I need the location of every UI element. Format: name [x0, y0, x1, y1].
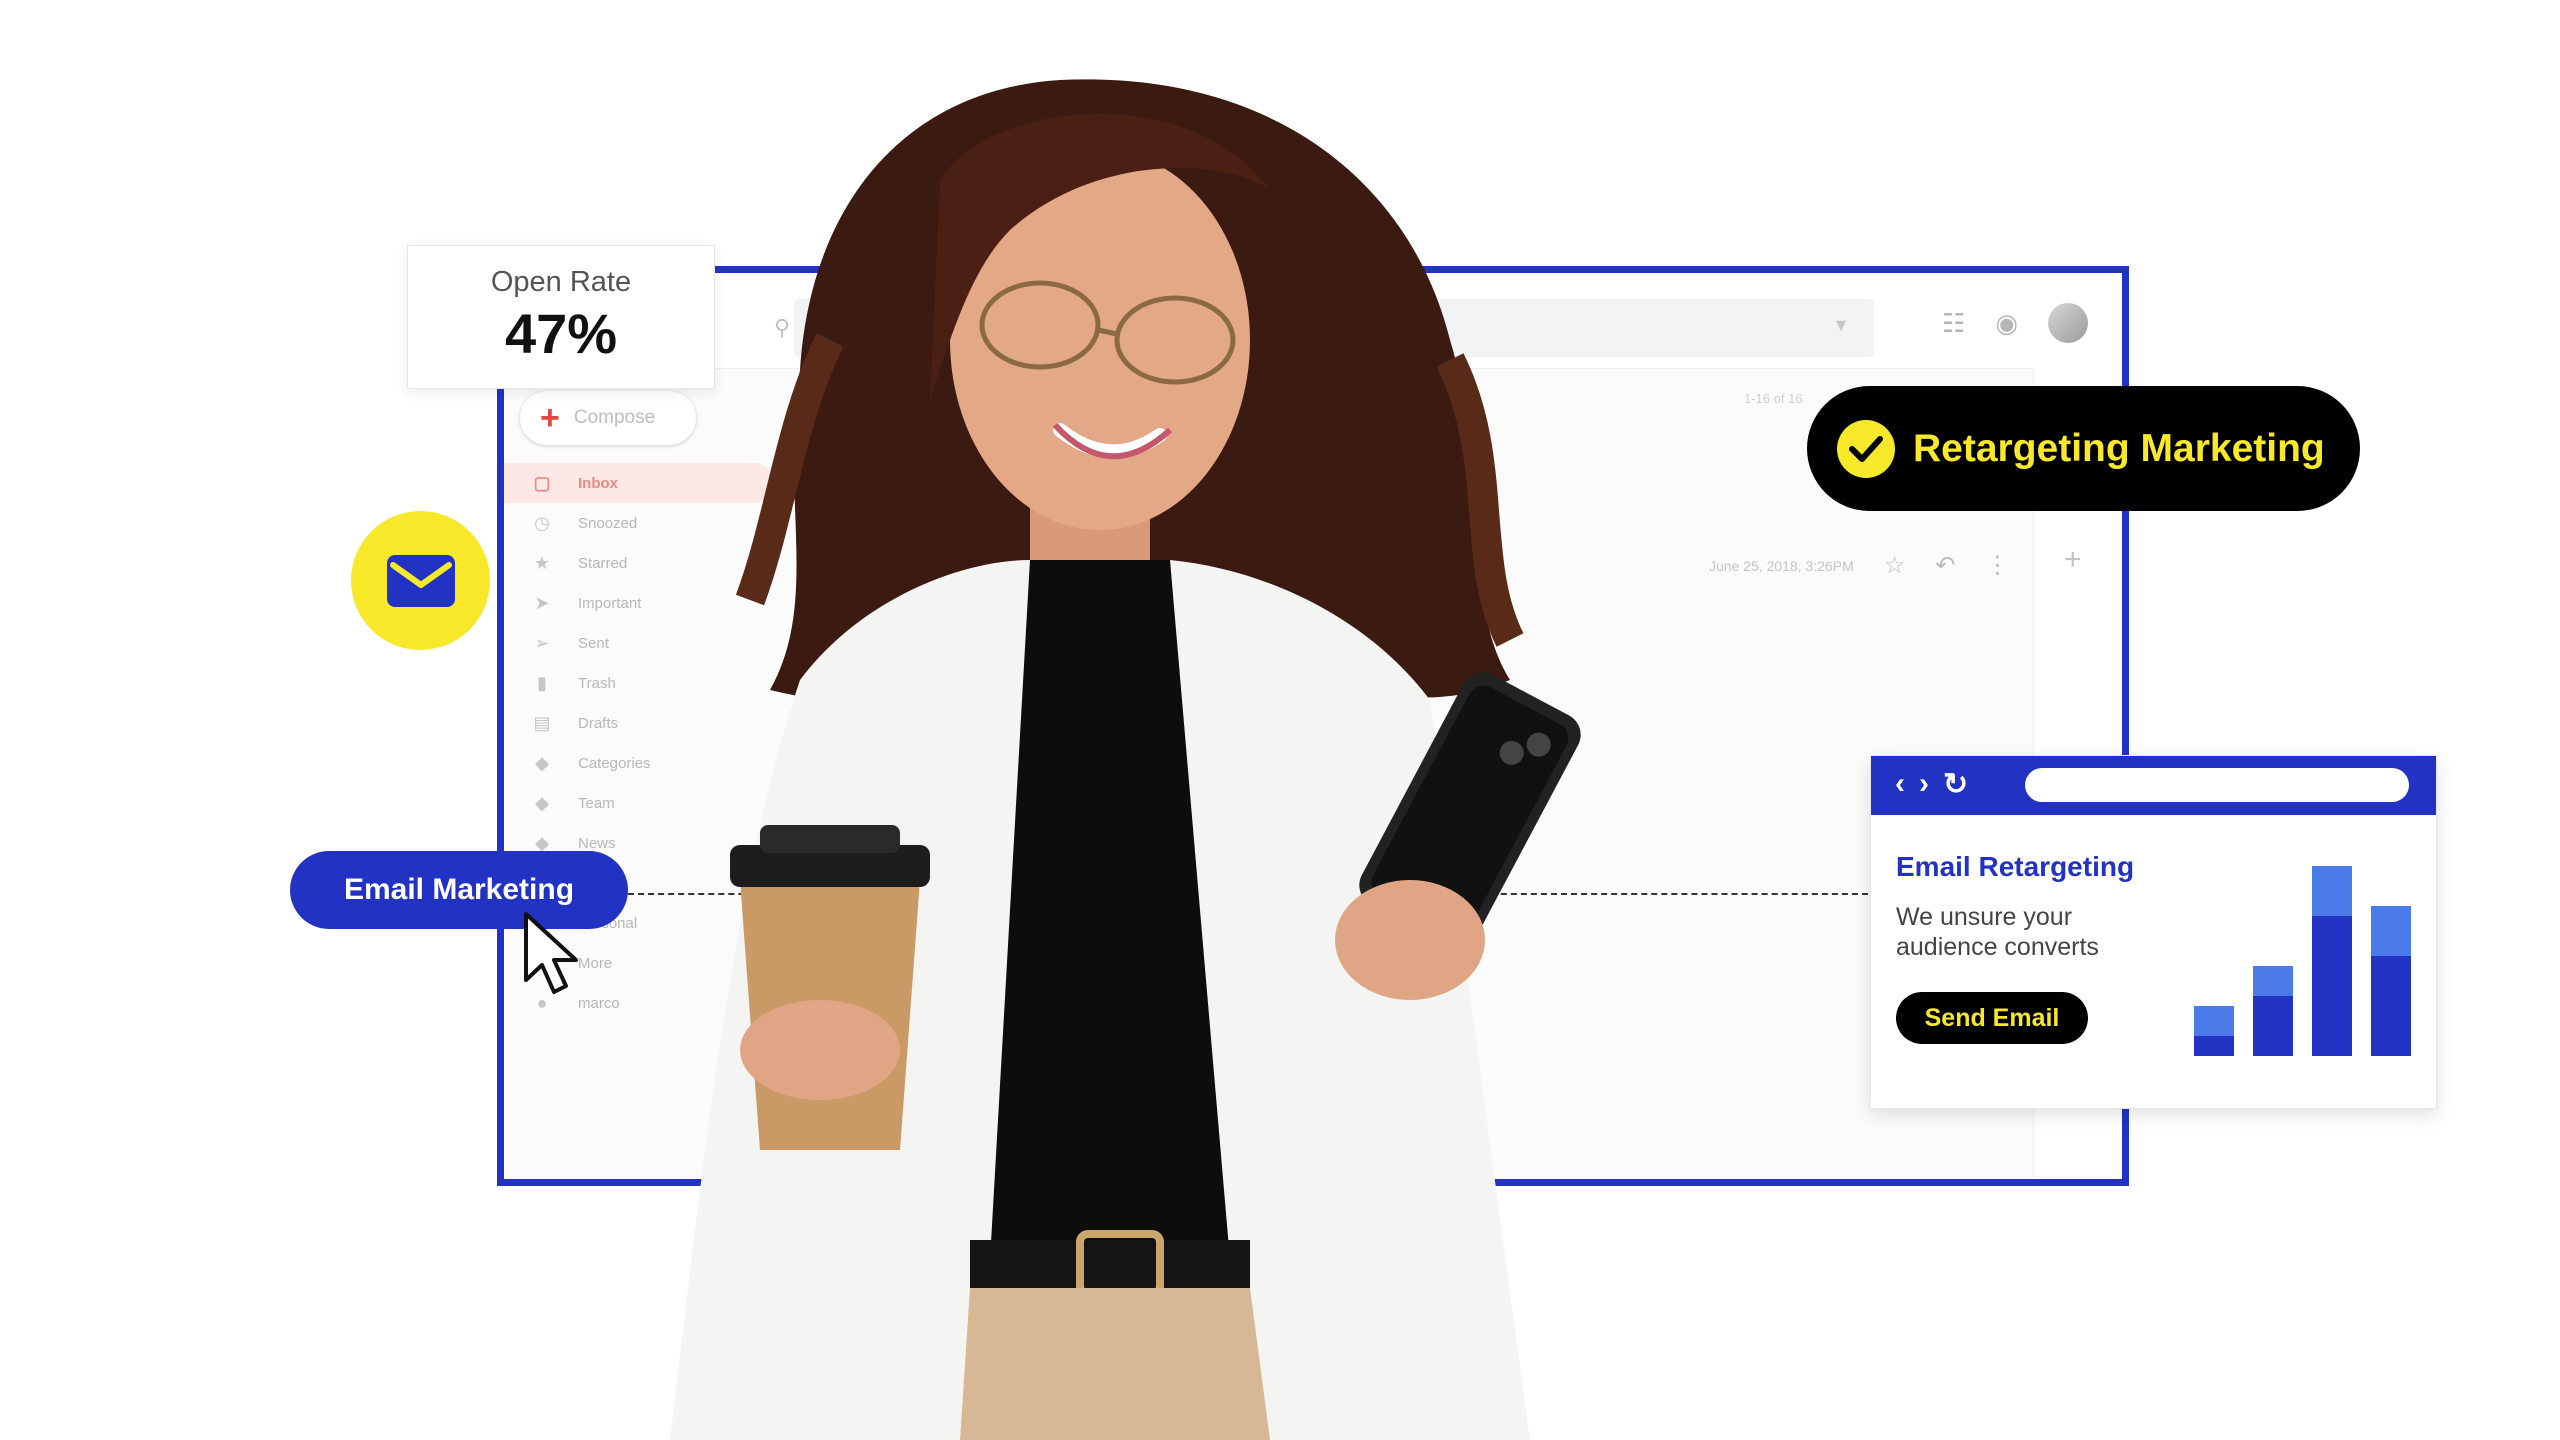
check-circle-icon	[1837, 419, 1895, 478]
label-icon: ◆	[535, 792, 549, 813]
browser-toolbar: ‹ › ↻	[1871, 756, 2436, 815]
bar-1-segment-2	[2194, 1006, 2234, 1036]
bar-2-segment-1	[2253, 996, 2293, 1056]
sidebar-item-label: News	[578, 834, 616, 852]
card-title: Email Retargeting	[1896, 851, 2135, 882]
back-icon[interactable]: ‹	[1895, 767, 1905, 802]
send-email-button[interactable]: Send Email	[1896, 992, 2088, 1044]
clock-icon: ◷	[534, 512, 550, 533]
add-addon-icon[interactable]: +	[2064, 543, 2082, 577]
inbox-icon: ▢	[533, 472, 551, 493]
bar-3-segment-1	[2312, 916, 2352, 1056]
bar-2-segment-2	[2253, 966, 2293, 996]
bar-1-segment-1	[2194, 1036, 2234, 1056]
bar-4-segment-1	[2371, 956, 2411, 1056]
bar-chart	[2194, 866, 2411, 1056]
woman-with-phone-image	[670, 79, 1581, 1440]
envelope-icon	[386, 554, 455, 607]
card-description: We unsure your audience converts	[1896, 903, 2099, 961]
sidebar-item-label: Drafts	[578, 714, 619, 732]
email-marketing-label: Email Marketing	[343, 873, 575, 906]
pagination-range: 1-16 of 16	[1744, 391, 1803, 406]
sidebar-item-label: Sent	[578, 634, 609, 652]
apps-grid-icon[interactable]: ☷	[1942, 308, 1965, 339]
sidebar-item-label: Trash	[578, 674, 616, 692]
trash-icon: ▮	[537, 672, 547, 693]
send-icon: ➢	[534, 632, 550, 653]
star-icon: ★	[533, 552, 551, 573]
open-rate-label: Open Rate	[490, 266, 632, 298]
important-icon: ➤	[534, 592, 550, 613]
retargeting-marketing-badge: Retargeting Marketing	[1807, 386, 2360, 511]
reply-icon[interactable]: ↶	[1935, 551, 1955, 580]
open-rate-card: Open Rate 47%	[407, 245, 715, 389]
message-date: June 25, 2018, 3:26PM	[1709, 557, 1854, 574]
notifications-icon[interactable]: ◉	[1995, 308, 2018, 339]
sidebar-item-label: Team	[578, 794, 615, 812]
sidebar-item-label: Inbox	[578, 474, 618, 492]
envelope-badge	[351, 511, 490, 650]
sidebar-item-label: Starred	[578, 554, 628, 572]
plus-icon: +	[540, 399, 560, 437]
forward-icon[interactable]: ›	[1919, 767, 1929, 802]
open-rate-value: 47%	[504, 302, 618, 365]
sidebar-item-label: Snoozed	[578, 514, 638, 532]
message-meta: June 25, 2018, 3:26PM ☆ ↶ ⋮	[1709, 551, 2009, 580]
bar-3-segment-2	[2312, 866, 2352, 916]
avatar[interactable]	[2048, 303, 2088, 343]
cursor-icon	[524, 912, 578, 994]
retargeting-label: Retargeting Marketing	[1913, 426, 2325, 470]
label-icon: ◆	[535, 752, 549, 773]
star-icon[interactable]: ☆	[1884, 551, 1906, 580]
chevron-down-icon[interactable]: ▼	[1832, 315, 1850, 336]
more-vert-icon[interactable]: ⋮	[1985, 551, 2009, 580]
draft-icon: ▤	[533, 712, 551, 733]
bar-4-segment-2	[2371, 906, 2411, 956]
address-bar[interactable]	[2025, 768, 2409, 802]
refresh-icon[interactable]: ↻	[1943, 767, 1968, 802]
email-retargeting-browser-card: ‹ › ↻ Email Retargeting We unsure your a…	[1870, 755, 2437, 1109]
